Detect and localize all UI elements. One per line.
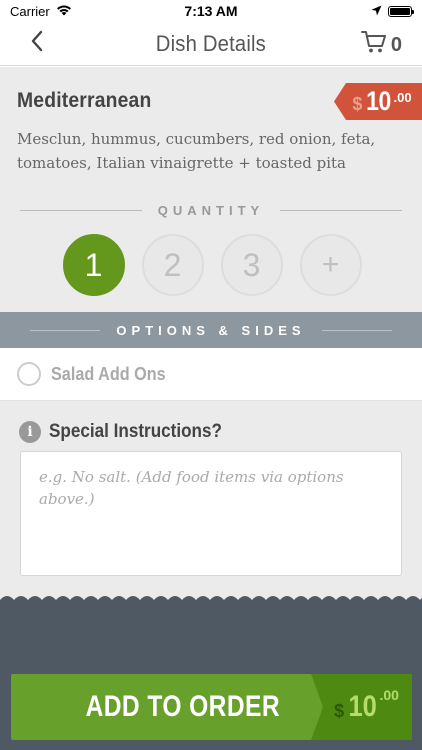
price-currency: $ [352, 94, 363, 114]
quantity-label: QUANTITY [157, 202, 265, 218]
options-sides-header: OPTIONS & SIDES [0, 312, 422, 348]
divider [321, 329, 392, 331]
page-title: Dish Details [155, 30, 267, 56]
cart-count: 0 [390, 33, 402, 56]
status-right [371, 4, 414, 19]
cart-button[interactable]: 0 [360, 30, 402, 60]
price-tag: $ 10 .00 [334, 83, 422, 120]
options-sides-label: OPTIONS & SIDES [116, 322, 306, 338]
divider [30, 329, 101, 331]
quantity-more-button[interactable]: + [299, 234, 362, 296]
dish-description: Mesclun, hummus, cucumbers, red onion, f… [17, 130, 376, 172]
divider [280, 209, 403, 211]
nav-bar: Dish Details 0 [0, 22, 422, 66]
special-instructions-title: Special Instructions? [49, 421, 222, 442]
price-cents: .00 [393, 90, 412, 105]
special-instructions-header: i Special Instructions? [19, 421, 241, 443]
quantity-option-2[interactable]: 2 [141, 234, 204, 296]
radio-button[interactable] [17, 362, 41, 386]
dish-section: Mediterranean $ 10 .00 Mesclun, hummus, … [0, 67, 422, 312]
special-instructions-section: i Special Instructions? [0, 401, 422, 600]
add-button-price: $ 10 .00 [311, 674, 412, 740]
wave-divider [0, 596, 422, 608]
location-arrow-icon [371, 4, 382, 19]
chevron-left-icon [30, 30, 44, 57]
info-icon: i [19, 421, 41, 443]
cart-icon [360, 30, 387, 60]
status-left: Carrier [10, 4, 72, 19]
wifi-icon [56, 4, 72, 19]
option-salad-add-ons[interactable]: Salad Add Ons [0, 348, 422, 401]
price-dollars: 10 [366, 86, 392, 116]
divider [20, 209, 142, 211]
price-cents: .00 [379, 687, 399, 703]
price-dollars: 10 [348, 690, 377, 723]
back-button[interactable] [22, 28, 52, 58]
carrier-label: Carrier [10, 3, 50, 19]
quantity-header: QUANTITY [0, 200, 422, 220]
option-label: Salad Add Ons [51, 363, 166, 384]
dish-name: Mediterranean [17, 89, 152, 112]
price-currency: $ [334, 700, 345, 721]
quantity-selector: 1 2 3 + [0, 234, 422, 296]
status-bar: Carrier 7:13 AM [0, 0, 422, 22]
add-to-order-button[interactable]: ADD TO ORDER $ 10 .00 [11, 674, 412, 740]
battery-icon [388, 5, 414, 17]
quantity-option-3[interactable]: 3 [220, 234, 283, 296]
special-instructions-box [20, 451, 402, 576]
special-instructions-input[interactable] [39, 466, 383, 561]
quantity-option-1[interactable]: 1 [62, 234, 125, 296]
